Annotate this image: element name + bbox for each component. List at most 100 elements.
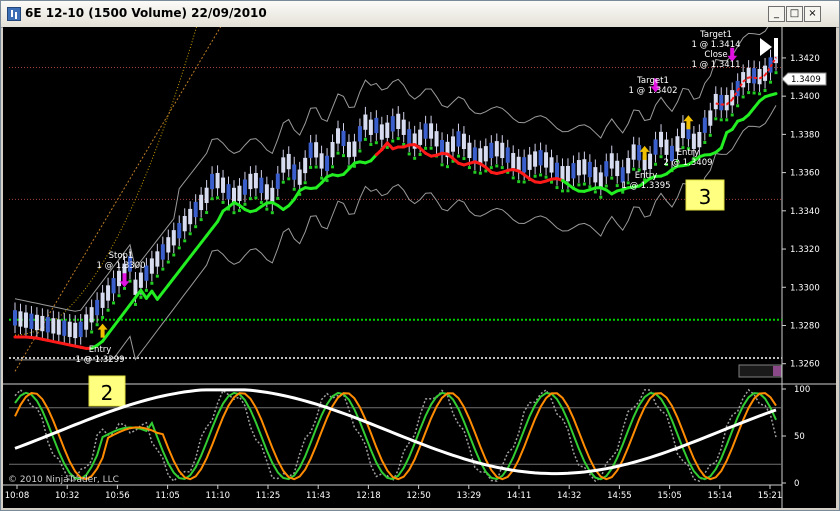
y-tick-label: 1.3360 <box>790 169 820 179</box>
x-tick-label: 12:50 <box>406 491 431 501</box>
trailing-dot <box>95 323 99 327</box>
trailing-dot <box>714 117 718 121</box>
trailing-dot <box>440 163 444 167</box>
trailing-dot <box>654 162 658 166</box>
trailing-dot <box>183 239 187 243</box>
candle-body <box>13 310 17 326</box>
candle-body <box>423 123 428 139</box>
candle-body <box>182 215 187 232</box>
trailing-dot <box>429 146 433 150</box>
trailing-dot <box>774 71 778 75</box>
minimize-button[interactable]: _ <box>768 6 785 22</box>
y-tick-label: 1.3300 <box>790 283 820 293</box>
trade-annotation: 1 @ 1.3402 <box>628 86 677 96</box>
candle-body <box>242 179 247 195</box>
maximize-button[interactable]: □ <box>786 6 803 22</box>
trailing-dot <box>166 260 170 264</box>
candle-body <box>210 173 215 190</box>
x-tick-label: 12:18 <box>356 491 381 501</box>
candle-body <box>78 321 83 337</box>
trailing-dot <box>495 164 499 168</box>
candle-body <box>456 131 461 147</box>
trailing-dot <box>719 118 723 122</box>
candle-body <box>253 173 258 189</box>
candle-body <box>461 133 466 150</box>
stoch-y-label: 50 <box>794 432 805 442</box>
candle-body <box>664 139 669 155</box>
chart-canvas[interactable]: Stop11 @ 1.3300Entry1 @ 1.3299Target11 @… <box>3 27 836 508</box>
candle-body <box>95 299 100 316</box>
trailing-dot <box>194 225 198 229</box>
trailing-dot <box>604 184 608 188</box>
candle-body <box>73 322 78 339</box>
ema-segment <box>719 131 729 150</box>
candle-body <box>593 167 598 183</box>
candle-body <box>45 317 50 333</box>
scroll-thumb[interactable] <box>773 366 781 376</box>
trailing-dot <box>243 202 247 206</box>
trailing-dot <box>287 177 291 181</box>
candle-body <box>576 160 581 176</box>
trade-annotation: Entry <box>635 171 658 181</box>
trade-annotation: Entry <box>89 345 112 355</box>
trailing-dot <box>599 195 603 199</box>
trailing-dot <box>659 155 663 159</box>
trailing-dot <box>320 176 324 180</box>
candle-body <box>264 184 269 200</box>
trailing-dot <box>265 207 269 211</box>
candle-body <box>111 278 116 294</box>
trailing-dot <box>270 211 274 215</box>
trade-annotation: 1 @ 1.3414 <box>691 40 740 50</box>
candle-body <box>418 129 423 145</box>
skip-to-end-bar-icon[interactable] <box>774 38 778 56</box>
candle-body <box>615 160 620 177</box>
trailing-dot <box>413 156 417 160</box>
candle-body <box>691 133 696 149</box>
candle-body <box>319 153 324 169</box>
trailing-dot <box>560 189 564 193</box>
candle-body <box>483 146 488 162</box>
title-bar[interactable]: 6E 12-10 (1500 Volume) 22/09/2010 _ □ × <box>1 1 839 28</box>
candle-body <box>653 139 658 155</box>
y-tick-label: 1.3400 <box>790 92 820 102</box>
ema-segment <box>216 209 225 224</box>
trailing-dot <box>358 149 362 153</box>
candle-body <box>697 131 702 148</box>
candle-body <box>231 187 236 204</box>
trailing-dot <box>161 267 165 271</box>
candle-body <box>522 157 527 173</box>
candle-body <box>598 172 603 188</box>
trailing-dot <box>112 301 116 305</box>
trade-annotation: 1 @ 1.3299 <box>75 355 124 365</box>
candle-body <box>177 223 182 239</box>
candle-body <box>565 165 570 182</box>
candle-body <box>555 162 560 179</box>
candle-body <box>62 320 67 336</box>
candle-body <box>188 208 193 225</box>
candle-body <box>680 122 685 139</box>
trailing-dot <box>467 166 471 170</box>
trailing-dot <box>276 196 280 200</box>
trailing-dot <box>418 152 422 156</box>
candle-body <box>330 142 335 158</box>
candle-body <box>609 153 614 169</box>
candle-body <box>478 148 483 164</box>
trailing-dot <box>544 175 548 179</box>
candle-body <box>368 119 373 135</box>
trailing-dot <box>703 140 707 144</box>
candle-body <box>221 177 226 193</box>
trailing-dot <box>292 187 296 191</box>
candle-body <box>106 285 111 301</box>
candle-body <box>149 258 154 274</box>
close-button[interactable]: × <box>804 6 821 22</box>
trade-annotation: Target1 <box>636 76 669 86</box>
copyright-text: © 2010 NinjaTrader, LLC <box>8 475 119 485</box>
trailing-dot <box>730 113 734 117</box>
trailing-dot <box>517 180 521 184</box>
trailing-dot <box>758 92 762 96</box>
stoch-y-label: 100 <box>794 385 810 395</box>
x-tick-label: 10:32 <box>55 491 80 501</box>
x-tick-label: 13:29 <box>457 491 482 501</box>
candle-body <box>401 119 406 135</box>
chart-area[interactable]: Stop1 1 @ 1.3300 Entry 1 @ 1.3299 Target1 1 @… <box>3 27 836 508</box>
